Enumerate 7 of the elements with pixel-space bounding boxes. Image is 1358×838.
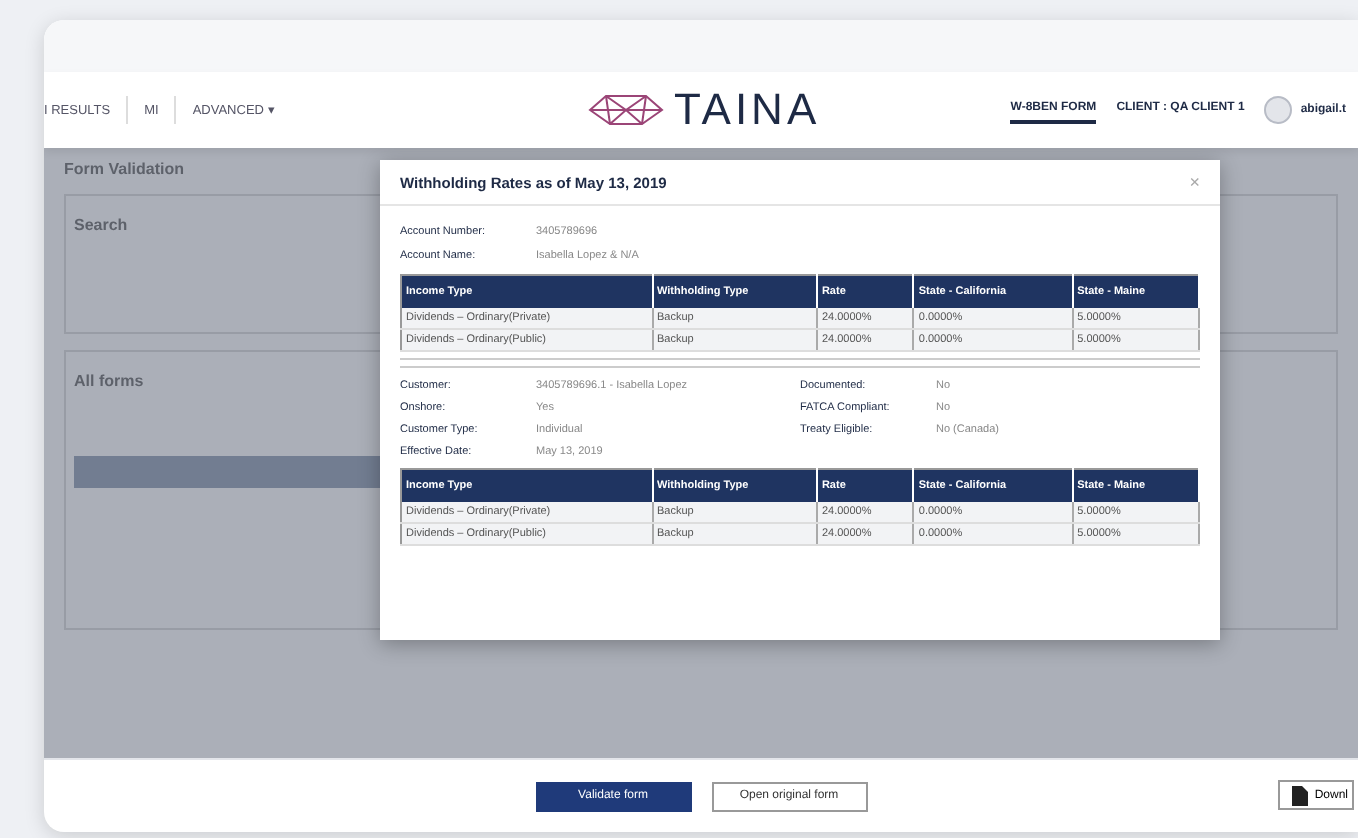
- avatar-icon[interactable]: [1264, 96, 1293, 124]
- gem-logo-icon: [585, 92, 666, 128]
- panel-title: Search: [74, 216, 128, 234]
- panel-title: All forms: [74, 372, 144, 390]
- page-title: Form Validation: [64, 160, 187, 178]
- logo-text: TAINA: [673, 84, 821, 136]
- document-icon: [1292, 785, 1309, 805]
